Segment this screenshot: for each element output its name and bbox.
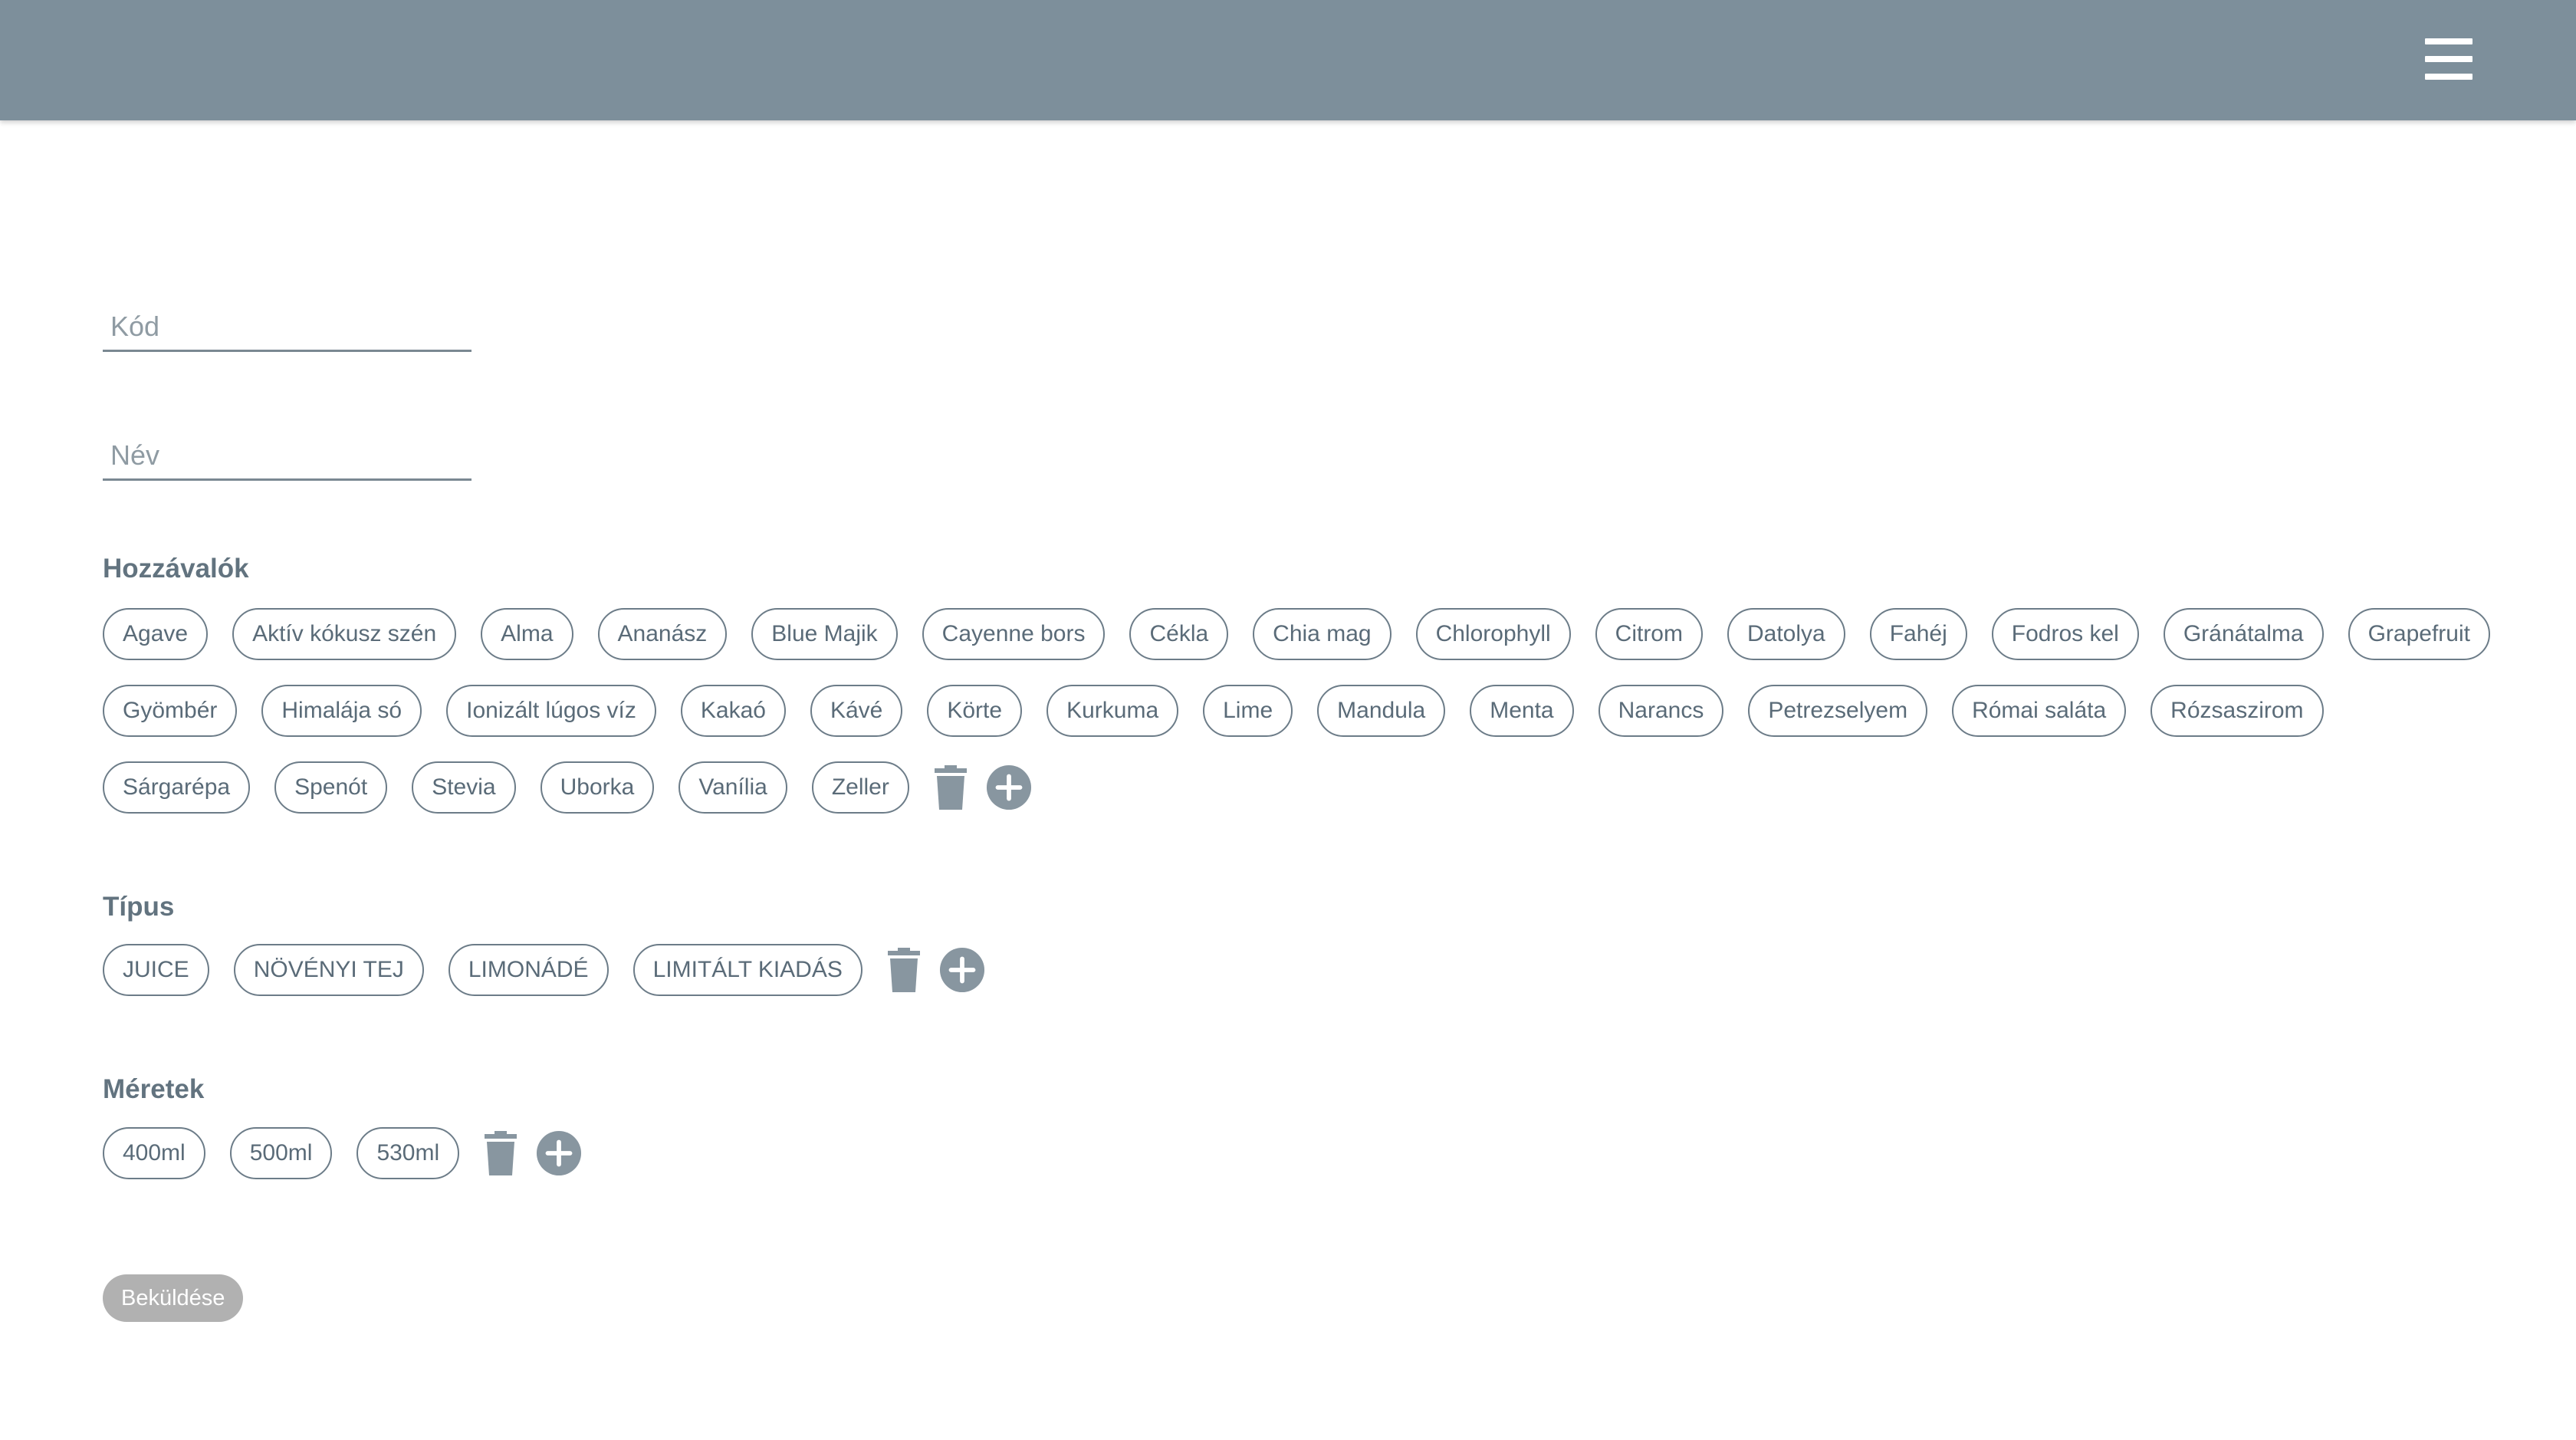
hamburger-menu-icon[interactable] [2425,38,2472,80]
ingredient-chip[interactable]: Vanília [678,761,787,814]
submit-button[interactable]: Beküldése [103,1274,244,1322]
ingredient-chip[interactable]: Lime [1203,685,1293,737]
plus-circle-icon[interactable] [986,761,1032,814]
ingredient-chip[interactable]: Kurkuma [1046,685,1179,737]
ingredient-chip[interactable]: Rózsaszirom [2150,685,2324,737]
ingredient-chip[interactable]: Chia mag [1253,608,1392,660]
ingredient-chip[interactable]: Aktív kókusz szén [232,608,457,660]
ingredient-chip[interactable]: Római saláta [1952,685,2127,737]
ingredients-title: Hozzávalók [103,554,249,584]
plus-circle-icon[interactable] [939,944,985,996]
top-app-bar [0,0,2576,120]
ingredient-chip[interactable]: Datolya [1727,608,1845,660]
ingredient-chip[interactable]: Cékla [1129,608,1229,660]
ingredient-chip[interactable]: Mandula [1317,685,1446,737]
ingredient-chip[interactable]: Zeller [811,761,909,814]
type-chip[interactable]: LIMITÁLT KIADÁS [632,944,863,996]
ingredient-chip[interactable]: Fahéj [1869,608,1967,660]
trash-icon[interactable] [881,944,927,996]
ingredient-chip[interactable]: Körte [927,685,1023,737]
ingredient-chip[interactable]: Fodros kel [1991,608,2139,660]
ingredient-chip[interactable]: Ananász [597,608,728,660]
size-chip[interactable]: 530ml [356,1127,460,1179]
ingredient-chip[interactable]: Spenót [274,761,388,814]
type-chip[interactable]: LIMONÁDÉ [448,944,609,996]
type-chip-list: JUICE NÖVÉNYI TEJ LIMONÁDÉ LIMITÁLT KIADÁS [103,944,2495,996]
ingredient-chip[interactable]: Narancs [1598,685,1724,737]
ingredient-chip[interactable]: Grapefruit [2348,608,2490,660]
type-title: Típus [103,892,175,922]
ingredient-chip[interactable]: Kávé [810,685,903,737]
ingredient-chip[interactable]: Kakaó [680,685,786,737]
type-chip[interactable]: JUICE [103,944,209,996]
type-chip[interactable]: NÖVÉNYI TEJ [233,944,424,996]
sizes-chip-list: 400ml 500ml 530ml [103,1127,2495,1179]
trash-icon[interactable] [928,761,974,814]
ingredient-chip[interactable]: Gránátalma [2163,608,2324,660]
plus-circle-icon[interactable] [536,1127,582,1179]
ingredient-chip[interactable]: Uborka [540,761,655,814]
ingredient-chip[interactable]: Menta [1470,685,1574,737]
ingredient-chip[interactable]: Citrom [1595,608,1703,660]
ingredient-chip[interactable]: Gyömbér [103,685,238,737]
ingredient-chip[interactable]: Agave [103,608,209,660]
ingredient-chip[interactable]: Chlorophyll [1415,608,1571,660]
sizes-title: Méretek [103,1074,205,1104]
size-chip[interactable]: 400ml [103,1127,205,1179]
ingredient-chip[interactable]: Cayenne bors [922,608,1106,660]
trash-icon[interactable] [478,1127,524,1179]
ingredient-chip[interactable]: Alma [481,608,573,660]
ingredients-chip-list: Agave Aktív kókusz szén Alma Ananász Blue Ma… [103,608,2495,814]
ingredient-chip[interactable]: Ionizált lúgos víz [446,685,656,737]
size-chip[interactable]: 500ml [229,1127,333,1179]
code-input[interactable] [103,303,472,352]
ingredient-chip[interactable]: Himalája só [261,685,422,737]
ingredient-chip[interactable]: Sárgarépa [103,761,251,814]
ingredient-chip[interactable]: Petrezselyem [1748,685,1928,737]
ingredient-chip[interactable]: Stevia [412,761,516,814]
name-input[interactable] [103,432,472,481]
ingredient-chip[interactable]: Blue Majik [751,608,898,660]
